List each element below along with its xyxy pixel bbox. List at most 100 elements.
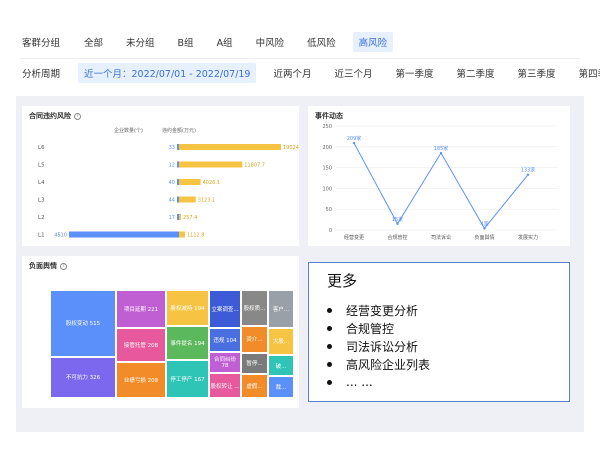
count-bar <box>69 231 179 238</box>
event-point <box>439 151 443 155</box>
more-item-label: ... ... <box>346 375 373 389</box>
count-bar <box>177 179 179 185</box>
count-value-label: 12 <box>169 163 175 169</box>
period-option-0[interactable]: 近一个月：2022/07/01 - 2022/07/19 <box>78 63 257 83</box>
bullet-icon <box>327 361 332 367</box>
negative-treemap: 股权变动 515 不可抗力 326 项目延期 221 接管托管 208 业绩亏损 208… <box>50 290 294 398</box>
count-value-label: 33 <box>169 145 175 151</box>
filter-divider <box>20 58 580 59</box>
group-option-1[interactable]: 未分组 <box>120 32 161 52</box>
treemap-cell[interactable]: 违规 104 <box>209 327 241 352</box>
col-amount-header: 违约金额(万元) <box>162 127 196 134</box>
amount-bar <box>179 144 281 150</box>
y-tick-label: 50 <box>326 207 332 213</box>
amount-value-label: 4026.1 <box>203 180 221 186</box>
event-value-label: 4家 <box>480 220 488 227</box>
treemap-cell[interactable]: 裁... <box>268 376 294 398</box>
amount-bar <box>179 214 181 220</box>
bar-category-label: L6 <box>38 145 45 151</box>
count-value-label: 40 <box>169 180 175 186</box>
amount-bar <box>179 161 243 168</box>
filter-bar: 客群分组 全部 未分组 B组 A组 中风险 低风险 高风险 分析周期 近一个月：2022/0… <box>0 0 600 92</box>
amount-value-label: 1112.8 <box>187 233 205 239</box>
col-count-header: 企业数量(个) <box>114 127 143 134</box>
events-chart: 0 50 100 150 200 250 209家经营变更 15家合规管控 185家司法诉讼 4家… <box>322 124 558 241</box>
event-point <box>526 173 530 176</box>
event-point <box>483 227 486 230</box>
more-item-1[interactable]: 合规管控 <box>327 319 430 337</box>
amount-value-label: 11807.7 <box>244 163 265 169</box>
more-item-3[interactable]: 高风险企业列表 <box>327 355 430 373</box>
treemap-cell[interactable]: 立案调查... <box>209 290 241 328</box>
treemap-cell[interactable]: 暂停... <box>241 352 268 375</box>
negative-sentiment-card: 负面舆情? 股权变动 515 不可抗力 326 项目延期 221 接管托管 208 业绩… <box>22 256 299 408</box>
period-option-2[interactable]: 近三个月 <box>329 63 379 83</box>
treemap-cell[interactable]: 事件提名 194 <box>166 325 209 361</box>
treemap-cell[interactable]: 股权转让 ... <box>209 373 241 398</box>
group-filter-row: 客群分组 全部 未分组 B组 A组 中风险 低风险 高风险 <box>22 31 404 53</box>
bar-category-label: L5 <box>38 163 45 169</box>
more-item-4[interactable]: ... ... <box>327 373 430 391</box>
amount-bar <box>179 196 196 203</box>
period-option-4[interactable]: 第二季度 <box>451 63 501 83</box>
treemap-cell[interactable]: 合同纠纷 78 <box>209 351 241 374</box>
x-tick-label: 经营变更 <box>344 234 364 241</box>
bar-category-label: L3 <box>38 198 45 204</box>
bullet-icon <box>327 343 332 349</box>
period-option-5[interactable]: 第三季度 <box>512 63 562 83</box>
more-list: 经营变更分析 合规管控司法诉讼分析 高风险企业列表 ... ... <box>327 301 430 391</box>
treemap-cell[interactable]: 大股... <box>268 327 294 355</box>
count-bar <box>177 161 179 168</box>
treemap-cell[interactable]: 破... <box>268 354 294 377</box>
treemap-cell[interactable]: 虚假... <box>241 374 268 398</box>
x-tick-label: 负面舆情 <box>474 234 494 241</box>
amount-bar <box>179 179 201 185</box>
amount-bar <box>179 231 185 238</box>
treemap-cell[interactable]: 业绩亏损 208 <box>116 362 166 398</box>
treemap-cell[interactable]: 项目延期 221 <box>116 290 166 328</box>
event-value-label: 185家 <box>434 145 449 152</box>
bar-category-label: L4 <box>38 180 45 186</box>
amount-value-label: 3123.1 <box>198 198 216 204</box>
help-icon[interactable]: ? <box>60 262 67 270</box>
treemap-cell[interactable]: 接管托管 208 <box>116 327 166 363</box>
negative-title: 负面舆情? <box>29 261 67 271</box>
more-item-0[interactable]: 经营变更分析 <box>327 301 430 319</box>
more-item-label: 高风险企业列表 <box>346 357 431 372</box>
amount-value-label: 257.4 <box>183 215 197 221</box>
group-option-0[interactable]: 全部 <box>78 32 109 52</box>
treemap-cell[interactable]: 资介... <box>241 325 268 353</box>
group-option-2[interactable]: B组 <box>172 32 200 52</box>
y-tick-label: 250 <box>322 124 332 130</box>
period-option-3[interactable]: 第一季度 <box>390 63 440 83</box>
more-title: 更多 <box>327 272 358 290</box>
more-item-2[interactable]: 司法诉讼分析 <box>327 337 430 355</box>
treemap-cell[interactable]: 不可抗力 326 <box>50 356 116 398</box>
period-option-1[interactable]: 近两个月 <box>267 63 317 83</box>
period-option-6[interactable]: 第四季度 <box>573 63 600 83</box>
bar-category-label: L1 <box>38 233 45 239</box>
event-value-label: 15家 <box>392 216 403 223</box>
more-item-label: 合规管控 <box>346 321 395 336</box>
group-option-3[interactable]: A组 <box>211 32 239 52</box>
x-tick-label: 司法诉讼 <box>431 234 451 241</box>
event-value-label: 133家 <box>521 167 536 174</box>
treemap-cell[interactable]: 股权质... <box>241 290 268 326</box>
x-tick-label: 合规管控 <box>387 234 407 241</box>
y-tick-label: 100 <box>322 186 332 192</box>
bar-category-label: L2 <box>38 215 45 221</box>
more-item-label: 经营变更分析 <box>346 303 419 318</box>
treemap-cell[interactable]: 股权变动 515 <box>50 290 116 357</box>
group-option-6[interactable]: 高风险 <box>352 32 394 52</box>
group-option-5[interactable]: 低风险 <box>301 32 342 52</box>
treemap-cell[interactable]: 股权减持 194 <box>166 290 209 326</box>
treemap-cell[interactable]: 停工停产 167 <box>166 360 209 398</box>
event-line <box>353 142 529 230</box>
count-bar <box>177 196 179 203</box>
event-point <box>396 222 399 225</box>
group-option-4[interactable]: 中风险 <box>250 32 291 52</box>
count-bar <box>177 144 179 150</box>
treemap-cell[interactable]: 客户... <box>268 290 294 328</box>
bullet-icon <box>327 325 332 331</box>
more-item-label: 司法诉讼分析 <box>346 339 419 354</box>
